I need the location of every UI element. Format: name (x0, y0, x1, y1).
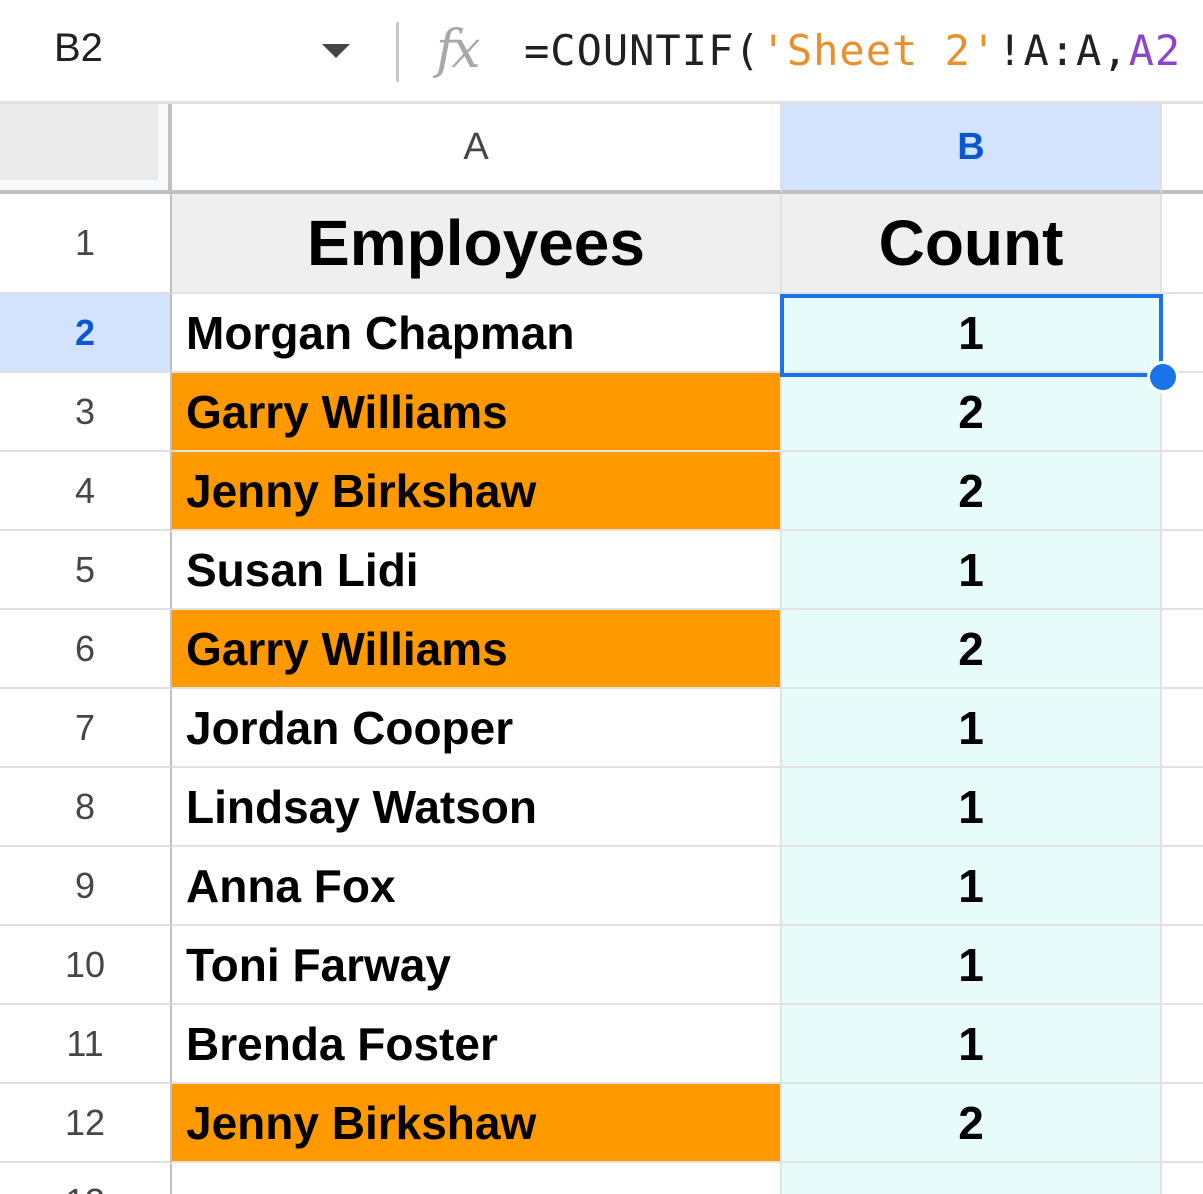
row-header[interactable]: 9 (0, 847, 172, 926)
fx-icon: fx (436, 20, 477, 80)
empty-cell[interactable] (1162, 610, 1203, 689)
employee-name-cell[interactable]: Anna Fox (172, 847, 782, 926)
chevron-down-icon[interactable] (322, 44, 350, 58)
empty-cell[interactable] (1162, 1005, 1203, 1084)
select-all-corner[interactable] (0, 104, 172, 194)
count-cell[interactable]: 1 (782, 768, 1162, 847)
employee-name-cell[interactable]: Jenny Birkshaw (172, 1084, 782, 1163)
cell-a1-header[interactable]: Employees (172, 194, 782, 294)
formula-cell-ref: A2 (1129, 26, 1182, 75)
empty-cell[interactable] (1162, 1084, 1203, 1163)
count-cell[interactable]: 1 (782, 926, 1162, 1005)
count-cell[interactable]: 2 (782, 1084, 1162, 1163)
empty-cell[interactable] (1162, 452, 1203, 531)
fill-handle[interactable] (1147, 361, 1179, 393)
employee-name-cell[interactable]: Garry Williams (172, 610, 782, 689)
row-header[interactable]: 10 (0, 926, 172, 1005)
empty-cell[interactable] (1162, 768, 1203, 847)
formula-sheet-string: 'Sheet 2' (761, 26, 998, 75)
row-header[interactable]: 3 (0, 373, 172, 452)
row-header[interactable]: 1 (0, 194, 172, 294)
count-cell[interactable]: 1 (782, 847, 1162, 926)
formula-range: !A:A, (997, 26, 1128, 75)
count-cell[interactable]: 2 (782, 373, 1162, 452)
employee-name-cell[interactable]: Toni Farway (172, 926, 782, 1005)
empty-cell[interactable] (1162, 689, 1203, 768)
count-cell[interactable]: 2 (782, 452, 1162, 531)
formula-bar-divider (396, 22, 399, 82)
count-cell[interactable]: 1 (782, 531, 1162, 610)
empty-cell[interactable] (1162, 531, 1203, 610)
row-header[interactable]: 4 (0, 452, 172, 531)
count-cell[interactable]: 1 (782, 689, 1162, 768)
empty-cell[interactable] (1162, 926, 1203, 1005)
row-header[interactable]: 8 (0, 768, 172, 847)
row-header[interactable]: 7 (0, 689, 172, 768)
count-cell[interactable]: 2 (782, 610, 1162, 689)
column-header-b[interactable]: B (782, 104, 1162, 194)
employee-name-cell[interactable]: Morgan Chapman (172, 294, 782, 373)
corner-shade (0, 104, 158, 180)
row-header[interactable]: 6 (0, 610, 172, 689)
employee-name-cell[interactable]: Jenny Birkshaw (172, 452, 782, 531)
cell-c1[interactable] (1162, 194, 1203, 294)
count-cell[interactable]: 1 (782, 294, 1162, 373)
employee-name-cell[interactable]: Jordan Cooper (172, 689, 782, 768)
column-header-c[interactable] (1162, 104, 1203, 194)
empty-cell[interactable] (1162, 847, 1203, 926)
column-header-a[interactable]: A (172, 104, 782, 194)
row-header[interactable]: 13 (0, 1163, 172, 1194)
row-header[interactable]: 2 (0, 294, 172, 373)
employee-name-cell[interactable]: Garry Williams (172, 373, 782, 452)
sheet-grid: A B 1EmployeesCount2Morgan Chapman13Garr… (0, 104, 1203, 1194)
empty-cell[interactable] (172, 1163, 782, 1194)
employee-name-cell[interactable]: Brenda Foster (172, 1005, 782, 1084)
count-cell[interactable]: 1 (782, 1005, 1162, 1084)
row-header[interactable]: 5 (0, 531, 172, 610)
name-box-value[interactable]: B2 (54, 26, 103, 71)
row-header[interactable]: 12 (0, 1084, 172, 1163)
formula-bar: B2 fx =COUNTIF('Sheet 2'!A:A,A2 (0, 0, 1203, 104)
formula-prefix: =COUNTIF( (524, 26, 761, 75)
cell-b1-header[interactable]: Count (782, 194, 1162, 294)
employee-name-cell[interactable]: Susan Lidi (172, 531, 782, 610)
empty-cell[interactable] (782, 1163, 1162, 1194)
row-header[interactable]: 11 (0, 1005, 172, 1084)
spreadsheet-app: B2 fx =COUNTIF('Sheet 2'!A:A,A2 A B 1Emp… (0, 0, 1203, 1194)
formula-input[interactable]: =COUNTIF('Sheet 2'!A:A,A2 (524, 26, 1181, 75)
employee-name-cell[interactable]: Lindsay Watson (172, 768, 782, 847)
name-box[interactable]: B2 (0, 0, 380, 101)
